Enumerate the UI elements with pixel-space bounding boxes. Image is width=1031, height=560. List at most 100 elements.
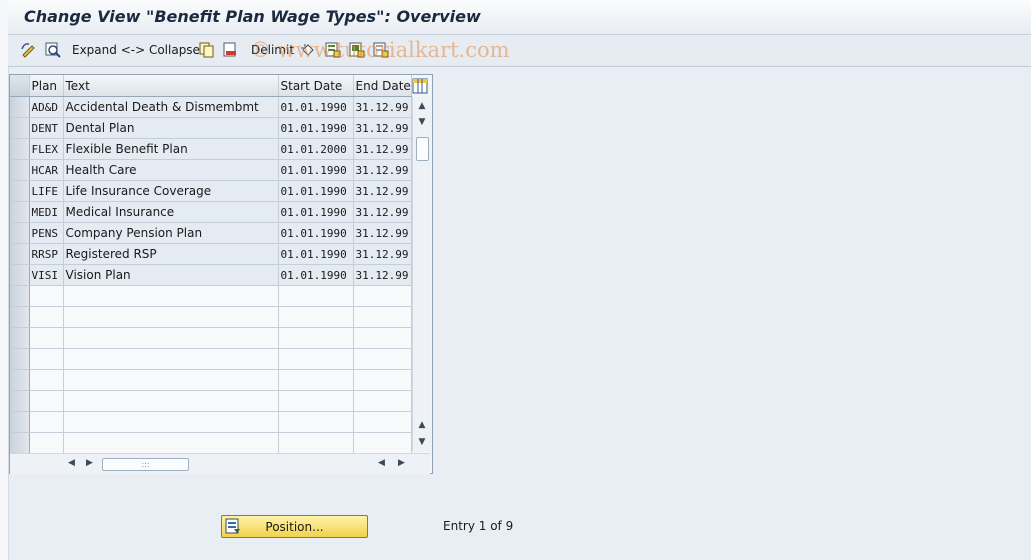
- horizontal-scrollbar[interactable]: ◀ ▶ ::: ◀ ▶: [10, 453, 430, 474]
- row-selector[interactable]: [10, 96, 30, 118]
- table-row[interactable]: FLEX Flexible Benefit Plan 01.01.2000 31.12…: [10, 138, 412, 160]
- row-selector[interactable]: [10, 432, 30, 454]
- scroll-up-icon[interactable]: ▲: [416, 101, 428, 111]
- cell-start-date: 01.01.1990: [278, 264, 354, 286]
- table-row[interactable]: HCAR Health Care 01.01.1990 31.12.99: [10, 159, 412, 181]
- empty-cell: [353, 411, 412, 433]
- table-row[interactable]: DENT Dental Plan 01.01.1990 31.12.99: [10, 117, 412, 139]
- horizontal-scroll-thumb[interactable]: :::: [102, 458, 189, 471]
- cell-start-date: 01.01.1990: [278, 201, 354, 223]
- table-row[interactable]: AD&D Accidental Death & Dismembmt 01.01.19…: [10, 96, 412, 118]
- row-selector[interactable]: [10, 348, 30, 370]
- scroll-page-up-icon[interactable]: ▲: [416, 420, 428, 430]
- empty-cell: [29, 285, 64, 307]
- row-selector[interactable]: [10, 327, 30, 349]
- scroll-right-end-icon[interactable]: ▶: [398, 458, 405, 468]
- row-selector[interactable]: [10, 285, 30, 307]
- empty-cell: [29, 432, 64, 454]
- column-header-plan[interactable]: Plan: [29, 75, 64, 97]
- row-selector[interactable]: [10, 243, 30, 265]
- empty-cell: [353, 390, 412, 412]
- empty-cell: [63, 348, 279, 370]
- copy-button[interactable]: [198, 41, 216, 59]
- table-row[interactable]: VISI Vision Plan 01.01.1990 31.12.99: [10, 264, 412, 286]
- empty-table-row[interactable]: [10, 327, 412, 349]
- empty-table-row[interactable]: [10, 390, 412, 412]
- empty-cell: [278, 369, 354, 391]
- row-selector[interactable]: [10, 306, 30, 328]
- empty-table-row[interactable]: [10, 369, 412, 391]
- cell-end-date: 31.12.99: [353, 180, 412, 202]
- expand-collapse-button[interactable]: Expand <-> Collapse: [72, 41, 200, 59]
- empty-cell: [278, 411, 354, 433]
- column-header-text[interactable]: Text: [63, 75, 279, 97]
- table-settings-icon[interactable]: [412, 78, 428, 94]
- cell-start-date: 01.01.1990: [278, 180, 354, 202]
- cell-end-date: 31.12.99: [353, 201, 412, 223]
- cell-text: Medical Insurance: [63, 201, 279, 223]
- empty-table-row[interactable]: [10, 306, 412, 328]
- delete-button[interactable]: [221, 41, 239, 59]
- table-row[interactable]: MEDI Medical Insurance 01.01.1990 31.12.99: [10, 201, 412, 223]
- scroll-down-icon[interactable]: ▼: [416, 117, 428, 127]
- cell-end-date: 31.12.99: [353, 264, 412, 286]
- vertical-scroll-thumb[interactable]: [416, 137, 429, 161]
- scroll-left-end-icon[interactable]: ◀: [378, 458, 385, 468]
- empty-cell: [29, 411, 64, 433]
- empty-cell: [29, 348, 64, 370]
- row-selector[interactable]: [10, 159, 30, 181]
- scroll-page-down-icon[interactable]: ▼: [416, 437, 428, 447]
- row-selector[interactable]: [10, 264, 30, 286]
- empty-cell: [29, 390, 64, 412]
- row-selector[interactable]: [10, 201, 30, 223]
- cell-start-date: 01.01.1990: [278, 96, 354, 118]
- change-display-button[interactable]: [20, 41, 38, 59]
- vertical-scrollbar[interactable]: ▲ ▼ ▲ ▼: [412, 97, 431, 451]
- table-row[interactable]: LIFE Life Insurance Coverage 01.01.1990 31.…: [10, 180, 412, 202]
- column-header-start-date[interactable]: Start Date: [278, 75, 354, 97]
- empty-cell: [63, 285, 279, 307]
- cell-end-date: 31.12.99: [353, 243, 412, 265]
- cell-plan: RRSP: [29, 243, 64, 265]
- details-button[interactable]: [44, 41, 62, 59]
- empty-table-row[interactable]: [10, 348, 412, 370]
- cell-text: Flexible Benefit Plan: [63, 138, 279, 160]
- row-selector[interactable]: [10, 222, 30, 244]
- change-display-icon: [21, 43, 35, 58]
- empty-cell: [353, 348, 412, 370]
- table-row[interactable]: RRSP Registered RSP 01.01.1990 31.12.99: [10, 243, 412, 265]
- left-edge-strip: [0, 0, 9, 560]
- row-selector[interactable]: [10, 138, 30, 160]
- empty-table-row[interactable]: [10, 285, 412, 307]
- row-selector[interactable]: [10, 117, 30, 139]
- empty-cell: [29, 369, 64, 391]
- cell-text: Accidental Death & Dismembmt: [63, 96, 279, 118]
- title-bar: Change View "Benefit Plan Wage Types": O…: [8, 0, 1031, 35]
- table-row[interactable]: PENS Company Pension Plan 01.01.1990 31.12.…: [10, 222, 412, 244]
- table-control: Plan Text Start Date End Date AD&D Accide…: [9, 74, 433, 474]
- position-button[interactable]: Position...: [221, 515, 368, 538]
- column-header-end-date[interactable]: End Date: [353, 75, 412, 97]
- empty-cell: [63, 369, 279, 391]
- watermark: © www.tutorialkart.com: [250, 38, 510, 62]
- scroll-right-icon[interactable]: ▶: [86, 458, 93, 468]
- row-selector[interactable]: [10, 411, 30, 433]
- cell-start-date: 01.01.2000: [278, 138, 354, 160]
- cell-end-date: 31.12.99: [353, 222, 412, 244]
- row-selector[interactable]: [10, 390, 30, 412]
- delete-icon: [223, 42, 236, 57]
- scroll-left-icon[interactable]: ◀: [68, 458, 75, 468]
- empty-cell: [29, 306, 64, 328]
- application-toolbar: Expand <-> Collapse Delimit: [8, 35, 1031, 67]
- empty-cell: [63, 327, 279, 349]
- cell-end-date: 31.12.99: [353, 159, 412, 181]
- row-selector[interactable]: [10, 180, 30, 202]
- empty-table-row[interactable]: [10, 411, 412, 433]
- cell-start-date: 01.01.1990: [278, 243, 354, 265]
- select-all-rows-cell[interactable]: [10, 75, 30, 97]
- cell-text: Health Care: [63, 159, 279, 181]
- cell-end-date: 31.12.99: [353, 117, 412, 139]
- row-selector[interactable]: [10, 369, 30, 391]
- empty-table-row[interactable]: [10, 432, 412, 454]
- expand-collapse-label: Expand <-> Collapse: [72, 43, 200, 57]
